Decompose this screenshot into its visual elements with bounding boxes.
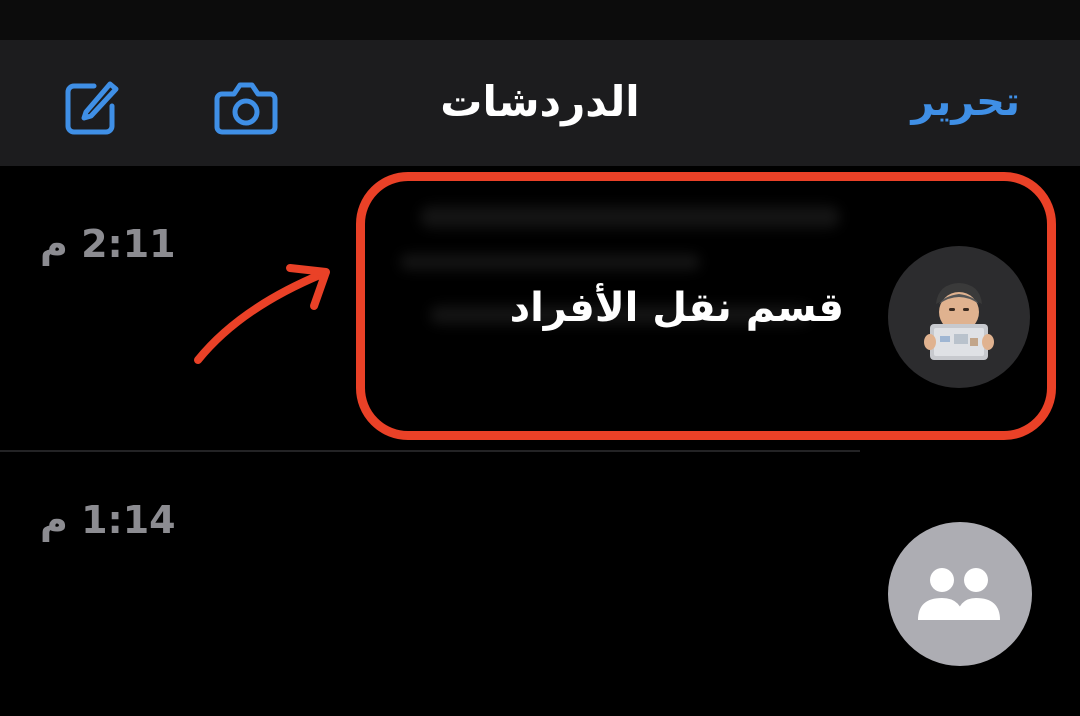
memoji-avatar bbox=[888, 246, 1030, 388]
camera-icon[interactable] bbox=[214, 80, 278, 136]
group-icon bbox=[888, 522, 1032, 666]
compose-icon[interactable] bbox=[64, 74, 120, 136]
chat-list-item[interactable]: 1:14 م bbox=[0, 452, 1080, 716]
chat-name: قسم نقل الأفراد bbox=[509, 285, 844, 331]
navigation-bar: تحرير الدردشات bbox=[0, 40, 1080, 166]
chat-time: 1:14 م bbox=[40, 498, 176, 542]
chats-screen: تحرير الدردشات 2:11 م قسم نقل الأفراد 1:… bbox=[0, 0, 1080, 716]
chat-time: 2:11 م bbox=[40, 222, 176, 266]
status-bar bbox=[0, 0, 1080, 40]
blurred-preview bbox=[420, 206, 840, 228]
page-title: الدردشات bbox=[440, 77, 640, 126]
edit-button[interactable]: تحرير bbox=[911, 78, 1020, 126]
chat-list-item[interactable]: 2:11 م قسم نقل الأفراد bbox=[0, 166, 1080, 452]
blurred-preview bbox=[400, 254, 700, 270]
